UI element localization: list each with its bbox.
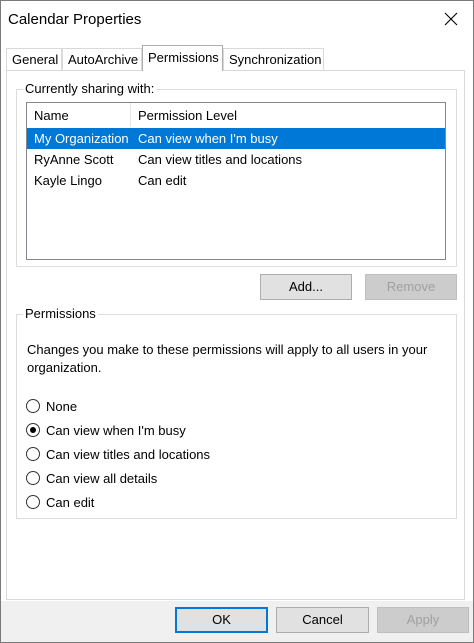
tab-general[interactable]: General bbox=[6, 48, 62, 70]
window-title: Calendar Properties bbox=[8, 11, 142, 28]
radio-none[interactable]: None bbox=[26, 396, 77, 416]
radio-label: Can view when I'm busy bbox=[46, 422, 186, 438]
calendar-properties-dialog: Calendar Properties General AutoArchive … bbox=[0, 0, 474, 643]
radio-circle[interactable] bbox=[26, 423, 40, 437]
sharing-list[interactable]: Name Permission Level My Organization Ca… bbox=[26, 102, 446, 260]
cancel-button[interactable]: Cancel bbox=[276, 607, 369, 633]
ok-button[interactable]: OK bbox=[175, 607, 268, 633]
tab-synchronization[interactable]: Synchronization bbox=[223, 48, 324, 70]
radio-can-view-titles-locations[interactable]: Can view titles and locations bbox=[26, 444, 210, 464]
row-permission-level: Can edit bbox=[138, 173, 187, 188]
tab-autoarchive[interactable]: AutoArchive bbox=[62, 48, 142, 70]
radio-circle[interactable] bbox=[26, 447, 40, 461]
radio-label: Can view titles and locations bbox=[46, 446, 211, 462]
radio-circle[interactable] bbox=[26, 399, 40, 413]
table-row[interactable]: My Organization Can view when I'm busy bbox=[27, 128, 445, 149]
table-row[interactable]: RyAnne Scott Can view titles and locatio… bbox=[27, 149, 445, 170]
apply-button[interactable]: Apply bbox=[377, 607, 469, 633]
row-permission-level: Can view when I'm busy bbox=[138, 131, 278, 146]
table-row[interactable]: Kayle Lingo Can edit bbox=[27, 170, 445, 191]
radio-label: Can view all details bbox=[46, 470, 158, 486]
row-permission-level: Can view titles and locations bbox=[138, 152, 303, 167]
tab-permissions[interactable]: Permissions bbox=[142, 45, 223, 71]
row-name: RyAnne Scott bbox=[34, 152, 114, 167]
radio-label: Can edit bbox=[46, 494, 95, 510]
radio-label: None bbox=[46, 398, 78, 414]
row-name: Kayle Lingo bbox=[34, 173, 102, 188]
radio-checked-dot bbox=[30, 427, 36, 433]
title-bar[interactable]: Calendar Properties bbox=[1, 1, 473, 37]
radio-can-edit[interactable]: Can edit bbox=[26, 492, 94, 512]
radio-can-view-all-details[interactable]: Can view all details bbox=[26, 468, 157, 488]
radio-circle[interactable] bbox=[26, 495, 40, 509]
permissions-group-label: Permissions bbox=[23, 306, 98, 321]
list-header: Name Permission Level bbox=[27, 103, 445, 127]
permissions-description: Changes you make to these permissions wi… bbox=[27, 342, 428, 375]
sharing-group-label: Currently sharing with: bbox=[23, 81, 157, 96]
remove-button[interactable]: Remove bbox=[365, 274, 457, 300]
column-header-name[interactable]: Name bbox=[27, 103, 131, 127]
radio-can-view-when-busy[interactable]: Can view when I'm busy bbox=[26, 420, 186, 440]
row-name: My Organization bbox=[34, 131, 129, 146]
close-icon bbox=[444, 12, 458, 26]
close-button[interactable] bbox=[435, 5, 467, 33]
add-button[interactable]: Add... bbox=[260, 274, 352, 300]
radio-circle[interactable] bbox=[26, 471, 40, 485]
column-header-permission-level[interactable]: Permission Level bbox=[131, 103, 445, 127]
